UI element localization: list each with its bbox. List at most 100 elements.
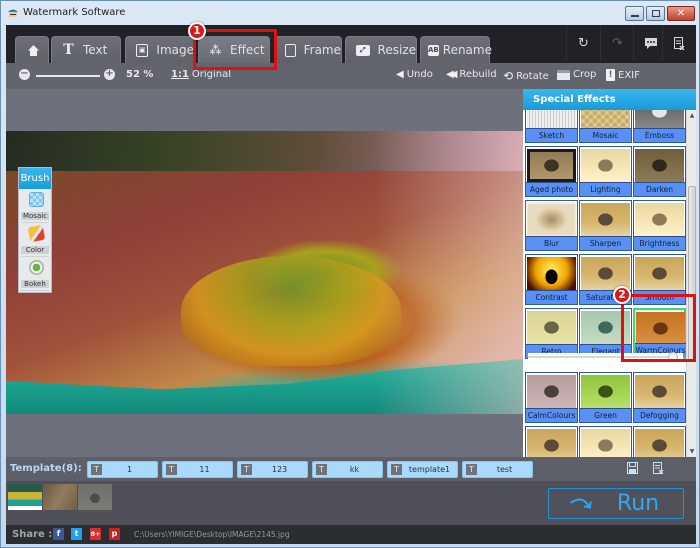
tab-text[interactable]: T Text: [51, 36, 121, 63]
zoom-percent: 52 %: [126, 69, 154, 80]
minimize-button[interactable]: [625, 6, 644, 21]
effect-emphasize[interactable]: Emphasize: [633, 426, 686, 457]
register-button[interactable]: [662, 25, 696, 61]
crop-button[interactable]: Crop: [557, 69, 596, 80]
brush-panel: Brush Mosaic Color Bokeh: [18, 167, 52, 293]
brush-color[interactable]: Color: [21, 224, 49, 257]
zoom-in-button[interactable]: +: [104, 69, 115, 80]
effect-thumbnail: [527, 375, 576, 408]
minimize-icon: [631, 15, 639, 17]
image-thumbnail[interactable]: [78, 484, 112, 510]
image-icon: ▣: [136, 43, 149, 57]
template-item[interactable]: Ttemplate1: [387, 461, 458, 478]
effect-thumbnail: [581, 110, 630, 128]
resize-icon: ⤢: [356, 44, 370, 56]
crop-icon: [557, 69, 570, 80]
crop-label: Crop: [573, 69, 597, 80]
run-icon: ⤵: [569, 490, 597, 519]
image-thumbnail[interactable]: [43, 484, 77, 510]
rebuild-button[interactable]: ◀◀ Rebuild: [446, 69, 497, 80]
template-count-label: Template(8):: [10, 463, 82, 474]
effect-retro[interactable]: Retro: [525, 308, 578, 359]
brush-mosaic[interactable]: Mosaic: [21, 190, 49, 223]
effects-grid: Sketch Mosaic Emboss Aged photo Lighting Dark…: [523, 110, 686, 457]
effect-colorcorrection[interactable]: ColorCorrection: [579, 426, 632, 457]
template-icon: T: [91, 464, 102, 475]
brush-title: Brush: [19, 168, 51, 189]
template-icon: T: [466, 464, 477, 475]
brush-bokeh[interactable]: Bokeh: [21, 258, 49, 291]
run-button[interactable]: ⤵ Run: [548, 488, 684, 519]
effect-label: Sketch: [526, 128, 577, 142]
file-path: C:\Users\YIMIGE\Desktop\IMAGE\2145.jpg: [134, 530, 290, 539]
effect-sketch[interactable]: Sketch: [525, 110, 578, 143]
effect-sharpen[interactable]: Sharpen: [579, 200, 632, 251]
effect-calmcolours[interactable]: CalmColours: [525, 372, 578, 423]
scroll-up-icon[interactable]: ▲: [688, 112, 696, 119]
annotation-badge-1: 1: [188, 22, 206, 40]
effect-darken[interactable]: Darken: [633, 146, 686, 197]
template-name: 1: [126, 465, 133, 474]
tab-label: Text: [83, 43, 108, 57]
effects-scrollbar[interactable]: ▲ ▼: [686, 110, 696, 457]
effect-mosaic[interactable]: Mosaic: [579, 110, 632, 143]
effect-label: Darken: [634, 182, 685, 196]
zoom-slider[interactable]: [36, 75, 100, 77]
scroll-down-icon[interactable]: ▼: [688, 448, 696, 455]
effect-label: Emboss: [634, 128, 685, 142]
effect-contrast[interactable]: Contrast: [525, 254, 578, 305]
tab-resize[interactable]: ⤢ Resize: [345, 36, 417, 63]
maximize-button[interactable]: [646, 6, 665, 21]
exif-button[interactable]: ! EXIF: [606, 69, 640, 81]
effect-defogging[interactable]: Defogging: [633, 372, 686, 423]
title-bar: Watermark Software ✕: [1, 1, 699, 25]
effect-thumbnail: [635, 257, 684, 290]
effect-green[interactable]: Green: [579, 372, 632, 423]
template-item[interactable]: Ttest: [462, 461, 533, 478]
tab-frame[interactable]: Frame: [274, 36, 342, 63]
ratio-icon: 1:1: [171, 69, 189, 80]
feedback-icon: [644, 37, 657, 49]
canvas-area: Brush Mosaic Color Bokeh: [6, 89, 523, 457]
template-item[interactable]: Tkk: [312, 461, 383, 478]
effect-brightness[interactable]: Brightness: [633, 200, 686, 251]
effect-thumbnail: [527, 203, 576, 236]
refresh-button[interactable]: ↻: [566, 25, 600, 61]
undo-label: Undo: [406, 69, 433, 80]
effect-enhancecolor[interactable]: EnhanceColor: [525, 426, 578, 457]
template-item[interactable]: T 11: [162, 461, 233, 478]
photo-preview[interactable]: [6, 131, 523, 414]
template-item[interactable]: T1: [87, 461, 158, 478]
tab-rename[interactable]: AB Rename: [420, 36, 492, 63]
redo-button[interactable]: ↷: [600, 25, 634, 61]
effect-label: Brightness: [634, 236, 685, 250]
bokeh-icon: [29, 260, 44, 275]
zoom-out-button[interactable]: −: [19, 69, 30, 80]
twitter-icon[interactable]: t: [71, 528, 82, 540]
tab-home[interactable]: [15, 36, 49, 63]
effect-thumbnail: [635, 375, 684, 408]
google-plus-icon[interactable]: 8+: [90, 528, 101, 540]
undo-button[interactable]: ◀ Undo: [396, 69, 433, 80]
tab-image[interactable]: ▣ Image: [125, 36, 195, 63]
effect-lighting[interactable]: Lighting: [579, 146, 632, 197]
brush-label: Bokeh: [21, 280, 49, 288]
template-item[interactable]: T 123: [237, 461, 308, 478]
pinterest-icon[interactable]: p: [109, 528, 120, 540]
facebook-icon[interactable]: f: [53, 528, 64, 540]
effect-label: Lighting: [580, 182, 631, 196]
image-thumbnail[interactable]: [8, 484, 42, 510]
rebuild-label: Rebuild: [459, 69, 497, 80]
effect-emboss[interactable]: Emboss: [633, 110, 686, 143]
photo-haze: [373, 131, 523, 414]
original-size-button[interactable]: 1:1 Original: [171, 69, 231, 80]
save-template-button[interactable]: [627, 462, 638, 477]
refresh-icon: ↻: [578, 35, 589, 51]
special-effects-panel: Special Effects Sketch Mosaic Emboss Aged p…: [523, 89, 696, 457]
template-name: test: [496, 465, 513, 474]
rotate-button[interactable]: ⟲ Rotate: [503, 69, 549, 83]
effect-blur[interactable]: Blur: [525, 200, 578, 251]
manage-template-button[interactable]: [653, 462, 664, 477]
close-button[interactable]: ✕: [667, 6, 695, 21]
effect-aged-photo[interactable]: Aged photo: [525, 146, 578, 197]
